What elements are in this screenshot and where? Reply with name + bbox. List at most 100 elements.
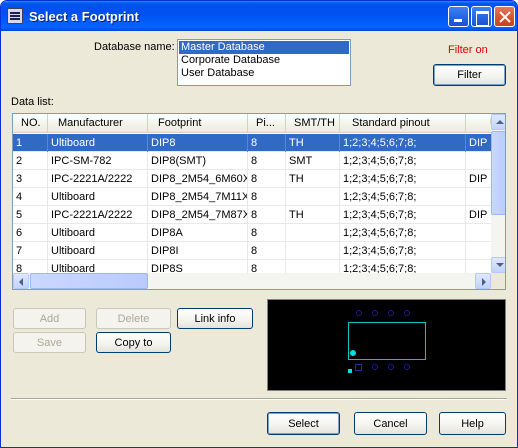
pin-pad [404, 310, 410, 316]
cell-manufacturer: Ultiboard [48, 188, 148, 206]
cell-no: 4 [13, 188, 48, 206]
origin-marker [348, 369, 352, 373]
cell-smt-th: TH [286, 206, 340, 224]
cell-footprint: DIP8A [148, 224, 248, 242]
scroll-down-button[interactable] [491, 257, 505, 273]
database-name-label: Database name: [94, 41, 175, 53]
cancel-button[interactable]: Cancel [354, 412, 427, 435]
filter-button[interactable]: Filter [433, 64, 506, 86]
minimize-button[interactable] [448, 6, 469, 27]
table-row[interactable]: 3 IPC-2221A/2222 DIP8_2M54_6M60X 8 TH 1;2;3;4… [13, 170, 491, 188]
title-bar[interactable]: Select a Footprint [1, 1, 517, 31]
horizontal-scroll-thumb[interactable] [30, 273, 148, 289]
close-button[interactable] [494, 6, 515, 27]
scroll-left-button[interactable] [13, 273, 29, 289]
cell-pins: 8 [248, 170, 286, 188]
cell-smt-th [286, 188, 340, 206]
pin-pad [388, 310, 394, 316]
footprint-table[interactable]: NO. Manufacturer Footprint Pi... SMT/TH … [12, 113, 506, 290]
table-row[interactable]: 2 IPC-SM-782 DIP8(SMT) 8 SMT 1;2;3;4;5;6;7;8; [13, 152, 491, 170]
cell-no: 1 [13, 134, 48, 152]
table-header: NO. Manufacturer Footprint Pi... SMT/TH … [13, 114, 500, 133]
pin-pad [404, 364, 410, 370]
select-button[interactable]: Select [267, 412, 340, 435]
horizontal-scrollbar[interactable] [13, 273, 491, 289]
cell-footprint: DIP8_2M54_7M87X [148, 206, 248, 224]
cell-manufacturer: IPC-2221A/2222 [48, 170, 148, 188]
copy-to-button[interactable]: Copy to [96, 332, 171, 353]
table-row[interactable]: 4 Ultiboard DIP8_2M54_7M11X 8 1;2;3;4;5;6;7;… [13, 188, 491, 206]
column-header-pins[interactable]: Pi... [248, 114, 286, 133]
database-option[interactable]: Master Database [179, 41, 349, 54]
window-title: Select a Footprint [29, 9, 139, 24]
cell-no: 7 [13, 242, 48, 260]
column-header-smt-th[interactable]: SMT/TH [286, 114, 340, 133]
cell-smt-th: TH [286, 134, 340, 152]
database-option[interactable]: User Database [179, 67, 349, 80]
cell-standard-pinout: 1;2;3;4;5;6;7;8; [340, 206, 466, 224]
column-header-footprint[interactable]: Footprint [148, 114, 248, 133]
column-header-no[interactable]: NO. [13, 114, 48, 133]
cell-pins: 8 [248, 206, 286, 224]
add-button[interactable]: Add [13, 308, 86, 329]
vertical-scroll-thumb[interactable] [491, 131, 505, 215]
table-row[interactable]: 1 Ultiboard DIP8 8 TH 1;2;3;4;5;6;7;8; DIP [13, 134, 491, 152]
cell-smt-th [286, 242, 340, 260]
cell-pins: 8 [248, 188, 286, 206]
delete-button[interactable]: Delete [96, 308, 171, 329]
cell-footprint: DIP8_2M54_6M60X [148, 170, 248, 188]
scroll-corner [491, 273, 505, 289]
cell-footprint: DIP8_2M54_7M11X [148, 188, 248, 206]
save-button[interactable]: Save [13, 332, 86, 353]
cell-standard-pinout: 1;2;3;4;5;6;7;8; [340, 134, 466, 152]
cell-standard-pinout: 1;2;3;4;5;6;7;8; [340, 152, 466, 170]
separator [11, 398, 507, 400]
cell-footprint: DIP8(SMT) [148, 152, 248, 170]
cell-pins: 8 [248, 134, 286, 152]
cell-standard-pinout: 1;2;3;4;5;6;7;8; [340, 242, 466, 260]
cell-pins: 8 [248, 224, 286, 242]
cell-no: 2 [13, 152, 48, 170]
cell-manufacturer: IPC-SM-782 [48, 152, 148, 170]
cell-manufacturer: Ultiboard [48, 134, 148, 152]
pin-pad [388, 364, 394, 370]
cell-pins: 8 [248, 242, 286, 260]
maximize-button[interactable] [471, 6, 492, 27]
cell-footprint: DIP8 [148, 134, 248, 152]
cell-smt-th: SMT [286, 152, 340, 170]
pin-pad [356, 310, 362, 316]
cell-smt-th: TH [286, 170, 340, 188]
table-row[interactable]: 5 IPC-2221A/2222 DIP8_2M54_7M87X 8 TH 1;2;3;4… [13, 206, 491, 224]
vertical-scrollbar[interactable] [491, 114, 505, 273]
help-button[interactable]: Help [439, 412, 506, 435]
pin-pad-square [355, 364, 362, 371]
scroll-up-button[interactable] [491, 114, 505, 130]
cell-footprint: DIP8I [148, 242, 248, 260]
cell-manufacturer: Ultiboard [48, 224, 148, 242]
scroll-right-button[interactable] [475, 273, 491, 289]
cell-standard-pinout: 1;2;3;4;5;6;7;8; [340, 170, 466, 188]
app-icon [7, 8, 23, 24]
column-header-manufacturer[interactable]: Manufacturer [48, 114, 148, 133]
database-listbox[interactable]: Master Database Corporate Database User … [177, 39, 351, 86]
column-header-standard-pinout[interactable]: Standard pinout [340, 114, 466, 133]
table-row[interactable]: 7 Ultiboard DIP8I 8 1;2;3;4;5;6;7;8; [13, 242, 491, 260]
cell-standard-pinout: 1;2;3;4;5;6;7;8; [340, 224, 466, 242]
table-row[interactable]: 6 Ultiboard DIP8A 8 1;2;3;4;5;6;7;8; [13, 224, 491, 242]
cell-no: 6 [13, 224, 48, 242]
pin-pad [372, 364, 378, 370]
cell-standard-pinout: 1;2;3;4;5;6;7;8; [340, 188, 466, 206]
pin-pad [372, 310, 378, 316]
cell-no: 3 [13, 170, 48, 188]
cell-smt-th [286, 224, 340, 242]
database-option[interactable]: Corporate Database [179, 54, 349, 67]
link-info-button[interactable]: Link info [177, 308, 253, 329]
pin1-marker [350, 350, 356, 356]
cell-pins: 8 [248, 152, 286, 170]
footprint-outline [348, 322, 426, 360]
footprint-dialog: Select a Footprint Database name: Master… [0, 0, 518, 448]
cell-no: 5 [13, 206, 48, 224]
filter-status: Filter on [448, 44, 488, 56]
cell-manufacturer: Ultiboard [48, 242, 148, 260]
data-list-label: Data list: [11, 96, 54, 108]
